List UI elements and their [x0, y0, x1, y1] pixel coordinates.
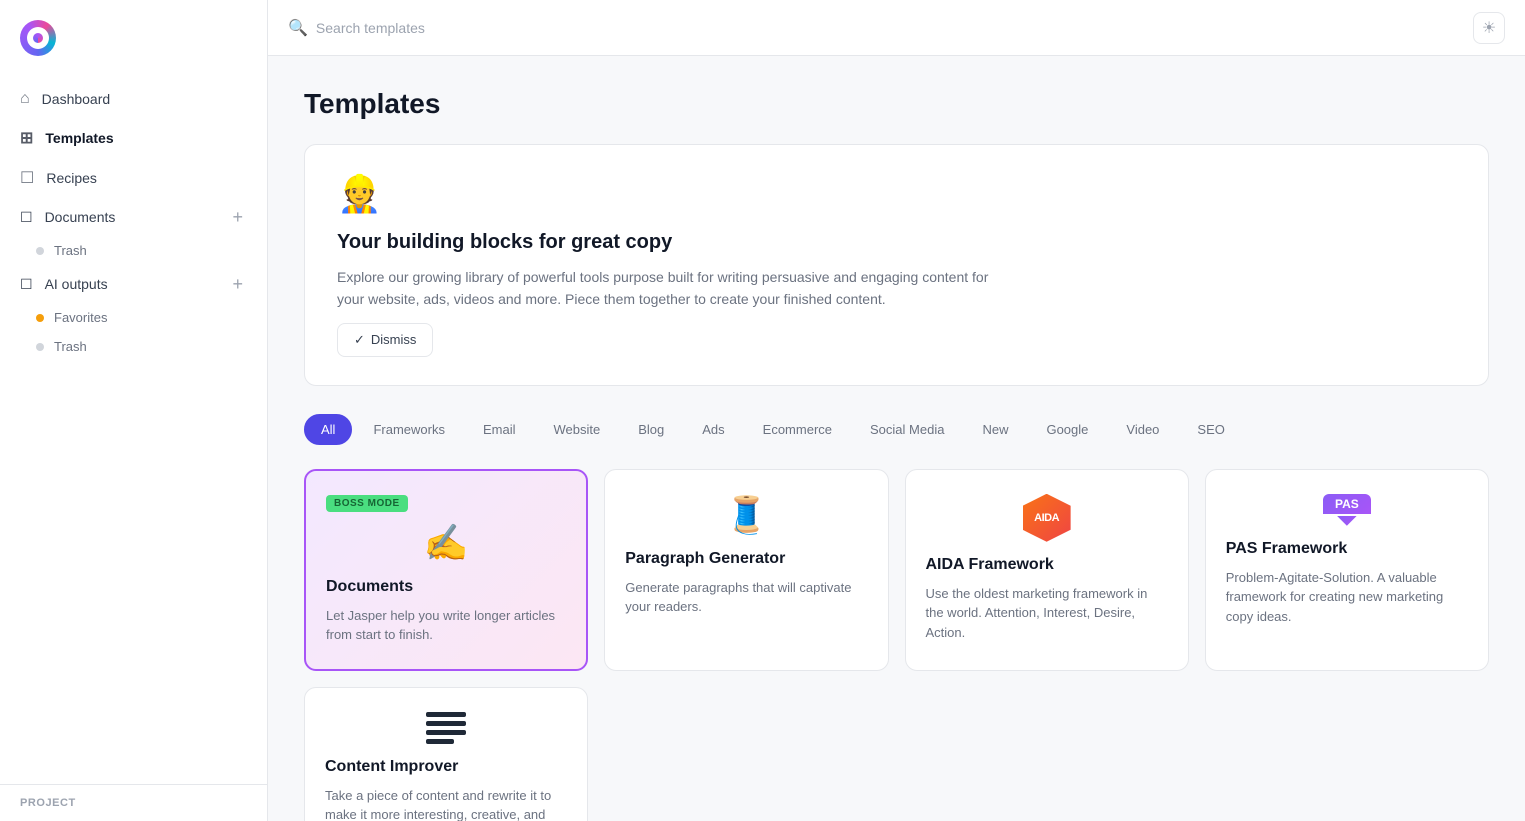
- ai-outputs-icon: ☐: [20, 276, 33, 293]
- app-logo[interactable]: [20, 20, 56, 56]
- lines-icon: [426, 712, 466, 744]
- search-area: 🔍: [288, 18, 1473, 38]
- sidebar-item-favorites[interactable]: Favorites: [0, 303, 267, 332]
- card-icon-pas_framework: PAS: [1226, 494, 1468, 526]
- sidebar-item-ai-trash[interactable]: Trash: [0, 332, 267, 361]
- card-icon-paragraph_generator: 🧵: [625, 494, 867, 536]
- card-title-aida_framework: AIDA Framework: [926, 556, 1168, 574]
- filter-tab-google[interactable]: Google: [1029, 414, 1105, 445]
- dismiss-check-icon: ✓: [354, 332, 365, 348]
- sidebar-item-dashboard[interactable]: ⌂ Dashboard: [0, 80, 267, 118]
- filter-tab-blog[interactable]: Blog: [621, 414, 681, 445]
- card-desc-pas_framework: Problem-Agitate-Solution. A valuable fra…: [1226, 568, 1468, 627]
- sidebar-item-documents[interactable]: ☐ Documents: [20, 209, 115, 226]
- documents-label: Documents: [45, 209, 116, 225]
- templates-grid: BOSS MODE ✍️ Documents Let Jasper help you …: [304, 469, 1489, 821]
- main-content: 🔍 ☀ Templates 👷 Your building blocks for…: [268, 0, 1525, 821]
- banner-title: Your building blocks for great copy: [337, 231, 1456, 254]
- filter-tab-email[interactable]: Email: [466, 414, 533, 445]
- templates-icon: ⊞: [20, 128, 33, 148]
- sidebar-item-recipes[interactable]: ☐ Recipes: [0, 158, 267, 198]
- info-banner: 👷 Your building blocks for great copy Ex…: [304, 144, 1489, 386]
- recipes-icon: ☐: [20, 168, 34, 188]
- filter-tab-social_media[interactable]: Social Media: [853, 414, 961, 445]
- filter-tab-new[interactable]: New: [965, 414, 1025, 445]
- sidebar-item-dashboard-label: Dashboard: [42, 91, 111, 107]
- filter-tab-frameworks[interactable]: Frameworks: [356, 414, 462, 445]
- sidebar: ⌂ Dashboard ⊞ Templates ☐ Recipes ☐ Docu…: [0, 0, 268, 821]
- theme-toggle-button[interactable]: ☀: [1473, 12, 1505, 44]
- card-title-paragraph_generator: Paragraph Generator: [625, 550, 867, 568]
- card-pas_framework[interactable]: PAS PAS Framework Problem-Agitate-Solutio…: [1205, 469, 1489, 671]
- card-desc-documents: Let Jasper help you write longer article…: [326, 606, 566, 645]
- filter-tab-video[interactable]: Video: [1109, 414, 1176, 445]
- dismiss-label: Dismiss: [371, 332, 417, 347]
- card-content_improver[interactable]: Content Improver Take a piece of content …: [304, 687, 588, 821]
- favorites-label: Favorites: [54, 310, 107, 325]
- filter-tab-ecommerce[interactable]: Ecommerce: [746, 414, 849, 445]
- card-title-documents: Documents: [326, 578, 566, 596]
- card-desc-paragraph_generator: Generate paragraphs that will captivate …: [625, 578, 867, 617]
- card-title-content_improver: Content Improver: [325, 758, 567, 776]
- add-document-button[interactable]: +: [228, 208, 247, 226]
- project-label: PROJECT: [0, 784, 267, 821]
- card-paragraph_generator[interactable]: 🧵 Paragraph Generator Generate paragraphs …: [604, 469, 888, 671]
- search-icon: 🔍: [288, 18, 308, 38]
- favorites-dot: [36, 314, 44, 322]
- documents-trash-label: Trash: [54, 243, 87, 258]
- filter-tab-all[interactable]: All: [304, 414, 352, 445]
- banner-description: Explore our growing library of powerful …: [337, 266, 1017, 311]
- filter-tab-ads[interactable]: Ads: [685, 414, 741, 445]
- add-ai-output-button[interactable]: +: [228, 275, 247, 293]
- card-icon-content_improver: [325, 712, 567, 744]
- ai-trash-dot: [36, 343, 44, 351]
- ai-outputs-section-header: ☐ AI outputs +: [0, 265, 267, 303]
- sidebar-item-templates[interactable]: ⊞ Templates: [0, 118, 267, 158]
- logo-area: [0, 0, 267, 72]
- card-desc-aida_framework: Use the oldest marketing framework in th…: [926, 584, 1168, 643]
- card-documents[interactable]: BOSS MODE ✍️ Documents Let Jasper help you …: [304, 469, 588, 671]
- topbar: 🔍 ☀: [268, 0, 1525, 56]
- documents-section-header: ☐ Documents +: [0, 198, 267, 236]
- ai-outputs-label: AI outputs: [45, 276, 108, 292]
- sidebar-item-ai-outputs[interactable]: ☐ AI outputs: [20, 276, 108, 293]
- card-title-pas_framework: PAS Framework: [1226, 540, 1468, 558]
- card-aida_framework[interactable]: AIDA AIDA Framework Use the oldest market…: [905, 469, 1189, 671]
- card-icon-documents: ✍️: [326, 522, 566, 564]
- aida-hex: AIDA: [1023, 494, 1071, 542]
- sidebar-item-templates-label: Templates: [45, 130, 113, 146]
- documents-icon: ☐: [20, 209, 33, 226]
- dismiss-button[interactable]: ✓ Dismiss: [337, 323, 433, 357]
- sidebar-item-recipes-label: Recipes: [46, 170, 97, 186]
- card-desc-content_improver: Take a piece of content and rewrite it t…: [325, 786, 567, 821]
- banner-emoji: 👷: [337, 173, 1456, 215]
- content-area: Templates 👷 Your building blocks for gre…: [268, 56, 1525, 821]
- search-input[interactable]: [316, 20, 616, 36]
- sidebar-item-documents-trash[interactable]: Trash: [0, 236, 267, 265]
- trash-dot: [36, 247, 44, 255]
- ai-trash-label: Trash: [54, 339, 87, 354]
- dashboard-icon: ⌂: [20, 90, 30, 108]
- boss-mode-badge: BOSS MODE: [326, 495, 408, 512]
- sidebar-navigation: ⌂ Dashboard ⊞ Templates ☐ Recipes ☐ Docu…: [0, 72, 267, 784]
- filter-tab-website[interactable]: Website: [536, 414, 617, 445]
- filter-tab-seo[interactable]: SEO: [1180, 414, 1241, 445]
- theme-icon: ☀: [1482, 18, 1496, 38]
- card-icon-aida_framework: AIDA: [926, 494, 1168, 542]
- filter-tabs-bar: AllFrameworksEmailWebsiteBlogAdsEcommerc…: [304, 414, 1489, 445]
- page-title: Templates: [304, 88, 1489, 120]
